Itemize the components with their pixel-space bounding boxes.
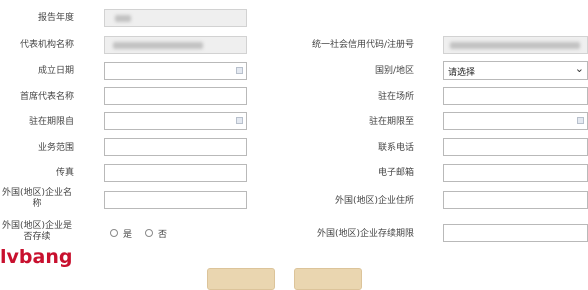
chevron-down-icon: ⌄ [574, 62, 584, 75]
calendar-icon[interactable] [236, 117, 243, 124]
rep-org-name-field [104, 36, 247, 54]
report-year-field [104, 9, 247, 27]
exists-no-radio[interactable] [145, 229, 153, 237]
foreign-company-name-label-line1: 外国(地区)企业名 [1, 188, 73, 198]
cancel-button[interactable] [294, 268, 362, 290]
foreign-company-term-label: 外国(地区)企业存续期限 [316, 229, 414, 239]
foreign-company-address-input[interactable] [443, 191, 588, 209]
term-from-input[interactable] [104, 112, 247, 130]
credit-code-redacted-value [450, 42, 580, 49]
foreign-company-exists-label: 外国(地区)企业是 否存续 [0, 221, 74, 243]
foreign-company-exists-label-line1: 外国(地区)企业是 [1, 221, 73, 231]
term-to-input[interactable] [443, 112, 588, 130]
report-year-redacted-value [115, 15, 131, 22]
chief-rep-name-label: 首席代表名称 [19, 92, 74, 102]
business-scope-label: 业务范围 [37, 143, 74, 153]
foreign-company-name-label-line2: 称 [32, 199, 42, 209]
country-select-value: 请选择 [448, 68, 476, 78]
phone-input[interactable] [443, 138, 588, 156]
established-date-input[interactable] [104, 62, 247, 80]
residence-label: 驻在场所 [377, 92, 414, 102]
foreign-company-exists-label-line2: 否存续 [23, 232, 51, 242]
chief-rep-name-input[interactable] [104, 87, 247, 105]
email-label: 电子邮箱 [377, 168, 414, 178]
term-from-label: 驻在期限自 [28, 117, 74, 127]
country-label: 国别/地区 [374, 66, 414, 76]
email-input[interactable] [443, 164, 588, 182]
foreign-company-term-input[interactable] [443, 224, 588, 242]
credit-code-label: 统一社会信用代码/注册号 [311, 40, 414, 50]
credit-code-field [443, 36, 588, 54]
business-scope-input[interactable] [104, 138, 247, 156]
submit-button[interactable] [207, 268, 275, 290]
phone-label: 联系电话 [377, 143, 414, 153]
term-to-label: 驻在期限至 [368, 117, 414, 127]
established-date-label: 成立日期 [37, 66, 74, 76]
exists-no-label: 否 [158, 230, 168, 240]
calendar-icon[interactable] [236, 67, 243, 74]
rep-org-name-label: 代表机构名称 [19, 40, 74, 50]
foreign-company-address-label: 外国(地区)企业住所 [334, 196, 414, 206]
fax-label: 传真 [55, 168, 74, 178]
watermark-logo: lvbang [0, 246, 73, 268]
foreign-company-name-input[interactable] [104, 191, 247, 209]
foreign-company-name-label: 外国(地区)企业名 称 [0, 188, 74, 210]
fax-input[interactable] [104, 164, 247, 182]
residence-input[interactable] [443, 87, 588, 105]
report-year-label: 报告年度 [37, 13, 74, 23]
exists-yes-label: 是 [123, 230, 133, 240]
exists-yes-radio[interactable] [110, 229, 118, 237]
calendar-icon[interactable] [577, 117, 584, 124]
country-select[interactable]: 请选择 ⌄ [443, 61, 588, 80]
rep-org-name-redacted-value [113, 42, 203, 49]
